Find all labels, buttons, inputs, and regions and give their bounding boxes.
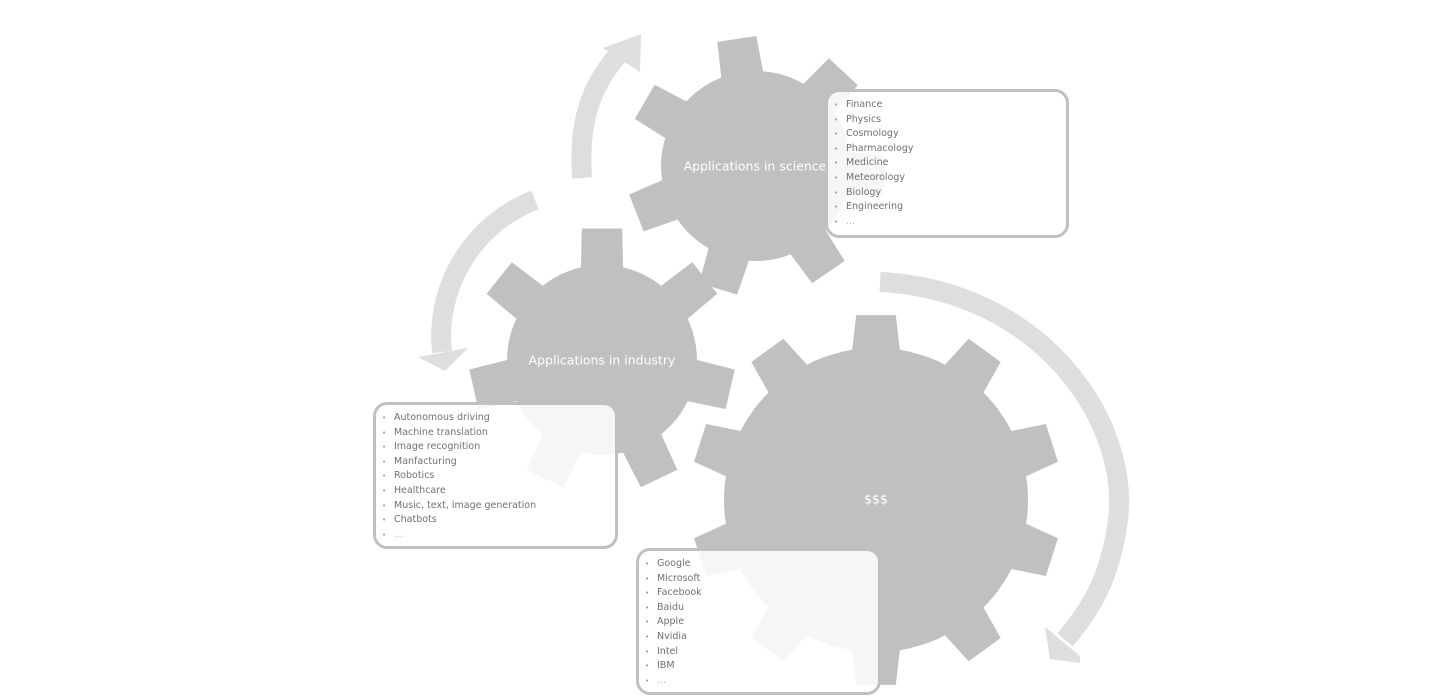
list-item: Nvidia xyxy=(645,630,878,645)
list-item: ... xyxy=(834,215,1066,230)
list-item: ... xyxy=(645,674,878,689)
list-item: Autonomous driving xyxy=(382,411,615,426)
list-item: Meteorology xyxy=(834,171,1066,186)
list-item: Cosmology xyxy=(834,127,1066,142)
list-item: Image recognition xyxy=(382,440,615,455)
industry-list-box: Autonomous drivingMachine translationIma… xyxy=(373,402,618,549)
list-item: Apple xyxy=(645,615,878,630)
list-item: IBM xyxy=(645,659,878,674)
science-list-box: FinancePhysicsCosmologyPharmacologyMedic… xyxy=(825,89,1069,238)
gear-label-industry: Applications in industry xyxy=(528,352,676,368)
list-item: Facebook xyxy=(645,586,878,601)
gear-label-money: $$$ xyxy=(864,491,888,507)
list-item: Medicine xyxy=(834,156,1066,171)
list-item: Manfacturing xyxy=(382,455,615,470)
cycle-arrow-industry-to-science xyxy=(571,48,626,179)
money-list-box: GoogleMicrosoftFacebookBaiduAppleNvidiaI… xyxy=(636,548,881,695)
list-item: Microsoft xyxy=(645,572,878,587)
list-item: Finance xyxy=(834,98,1066,113)
list-item: Engineering xyxy=(834,200,1066,215)
list-item: Google xyxy=(645,557,878,572)
list-item: Pharmacology xyxy=(834,142,1066,157)
list-item: Biology xyxy=(834,186,1066,201)
list-item: Music, text, image generation xyxy=(382,499,615,514)
list-item: Chatbots xyxy=(382,513,615,528)
list-item: ... xyxy=(382,528,615,543)
list-item: Physics xyxy=(834,113,1066,128)
list-item: Robotics xyxy=(382,469,615,484)
list-item: Healthcare xyxy=(382,484,615,499)
gear-label-science: Applications in science xyxy=(683,158,827,174)
list-item: Machine translation xyxy=(382,426,615,441)
list-item: Baidu xyxy=(645,601,878,616)
list-item: Intel xyxy=(645,645,878,660)
